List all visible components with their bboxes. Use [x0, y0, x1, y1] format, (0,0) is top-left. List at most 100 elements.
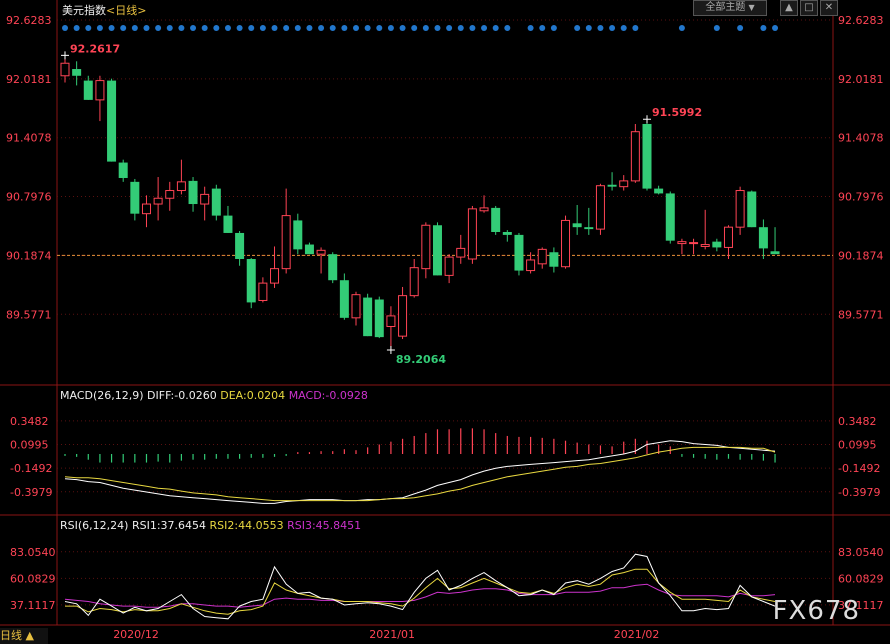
rsi1-value: RSI1:37.6454: [131, 519, 207, 532]
event-marker: [283, 25, 290, 31]
event-marker: [236, 25, 243, 31]
event-marker: [190, 25, 197, 31]
macd-tick-label-right: -0.3979: [838, 486, 880, 499]
date-tick-label: 2021/01: [369, 628, 415, 641]
candle-body-up: [700, 244, 710, 247]
event-marker: [457, 25, 464, 31]
macd-legend: MACD(26,12,9) DIFF:-0.0260 DEA:0.0204 MA…: [60, 389, 368, 402]
candle-body-up: [316, 249, 326, 255]
candle-body-up: [165, 190, 175, 199]
candle-body-up: [421, 224, 431, 270]
date-tick-label: 2020/12: [113, 628, 159, 641]
candle-body-down: [223, 215, 233, 233]
event-marker: [155, 25, 162, 31]
macd-tick-label-right: 0.3482: [838, 415, 877, 428]
price-tick-label-left: 92.6283: [6, 14, 52, 27]
price-tick-label-right: 90.1874: [838, 249, 884, 262]
candle-body-down: [328, 254, 338, 281]
maximize-button[interactable]: □: [800, 0, 818, 16]
event-marker: [597, 25, 604, 31]
candle-body-up: [456, 247, 466, 258]
event-marker: [399, 25, 406, 31]
event-marker: [609, 25, 616, 31]
macd-diff-value: DIFF:-0.0260: [147, 389, 217, 402]
candle-body-down: [246, 259, 256, 303]
price-tick-label-left: 90.7976: [6, 191, 52, 204]
event-marker: [120, 25, 127, 31]
candle-body-down: [665, 193, 675, 241]
triangle-up-icon: ▲: [785, 2, 793, 13]
close-icon: ✕: [824, 2, 834, 13]
event-marker: [772, 25, 779, 31]
candle-body-down: [235, 232, 245, 260]
event-marker: [585, 25, 592, 31]
event-marker: [434, 25, 441, 31]
candle-body-up: [258, 282, 268, 301]
candle-body-down: [491, 207, 501, 232]
price-tick-label-right: 89.5771: [838, 308, 884, 321]
price-tick-label-right: 91.4078: [838, 132, 884, 145]
candle-body-up: [561, 219, 571, 268]
candle-body-up: [200, 193, 210, 205]
event-marker: [760, 25, 767, 31]
event-marker: [574, 25, 581, 31]
event-marker: [481, 25, 488, 31]
macd-dea-value: DEA:0.0204: [220, 389, 286, 402]
event-marker: [224, 25, 231, 31]
rsi3-value: RSI3:45.8451: [287, 519, 362, 532]
candle-body-up: [479, 207, 489, 212]
macd-title: MACD(26,12,9): [60, 389, 144, 402]
event-marker: [271, 25, 278, 31]
event-marker: [632, 25, 639, 31]
candle-body-up: [95, 80, 105, 101]
price-tick-label-left: 91.4078: [6, 132, 52, 145]
event-marker: [527, 25, 534, 31]
rsi2-value: RSI2:44.0553: [209, 519, 284, 532]
candle-body-down: [363, 297, 373, 337]
period-tab[interactable]: 日线 ▲: [0, 628, 48, 644]
extreme-label: 89.2064: [396, 353, 446, 366]
candle-body-up: [444, 256, 454, 276]
extreme-label: 92.2617: [70, 42, 120, 55]
candle-body-down: [293, 220, 303, 250]
candle-body-up: [398, 295, 408, 337]
maximize-icon: □: [804, 2, 814, 13]
event-marker: [329, 25, 336, 31]
event-marker: [294, 25, 301, 31]
candle-body-up: [60, 62, 70, 77]
event-marker: [318, 25, 325, 31]
rsi-tick-label-left: 37.1117: [10, 599, 56, 612]
candle-body-down: [514, 234, 524, 271]
candle-body-down: [339, 280, 349, 318]
price-tick-label-right: 92.6283: [838, 14, 884, 27]
event-marker: [713, 25, 720, 31]
event-marker: [73, 25, 80, 31]
candle-body-down: [549, 252, 559, 267]
event-marker: [678, 25, 685, 31]
price-tick-label-left: 92.0181: [6, 73, 52, 86]
event-marker: [201, 25, 208, 31]
extreme-label: 91.5992: [652, 106, 702, 119]
event-marker: [550, 25, 557, 31]
candle-body-down: [747, 191, 757, 228]
rsi-tick-label-left: 60.0829: [10, 572, 56, 585]
event-marker: [166, 25, 173, 31]
period-label[interactable]: <日线>: [106, 4, 146, 17]
rsi2-line: [65, 568, 776, 615]
chevron-down-icon: ▼: [748, 3, 755, 12]
candle-body-down: [304, 244, 314, 255]
scroll-up-button[interactable]: ▲: [780, 0, 798, 16]
rsi-tick-label-right: 60.0829: [838, 572, 884, 585]
close-button[interactable]: ✕: [820, 0, 838, 16]
event-marker: [422, 25, 429, 31]
theme-select-label: 全部主题: [705, 2, 746, 13]
candle-body-down: [374, 299, 384, 338]
rsi1-line: [64, 553, 776, 620]
candle-body-down: [83, 80, 93, 100]
candle-body-down: [130, 181, 140, 214]
event-marker: [85, 25, 92, 31]
candle-body-down: [584, 227, 594, 230]
candle-body-up: [595, 185, 605, 230]
event-marker: [364, 25, 371, 31]
theme-select[interactable]: 全部主题 ▼: [693, 0, 767, 16]
